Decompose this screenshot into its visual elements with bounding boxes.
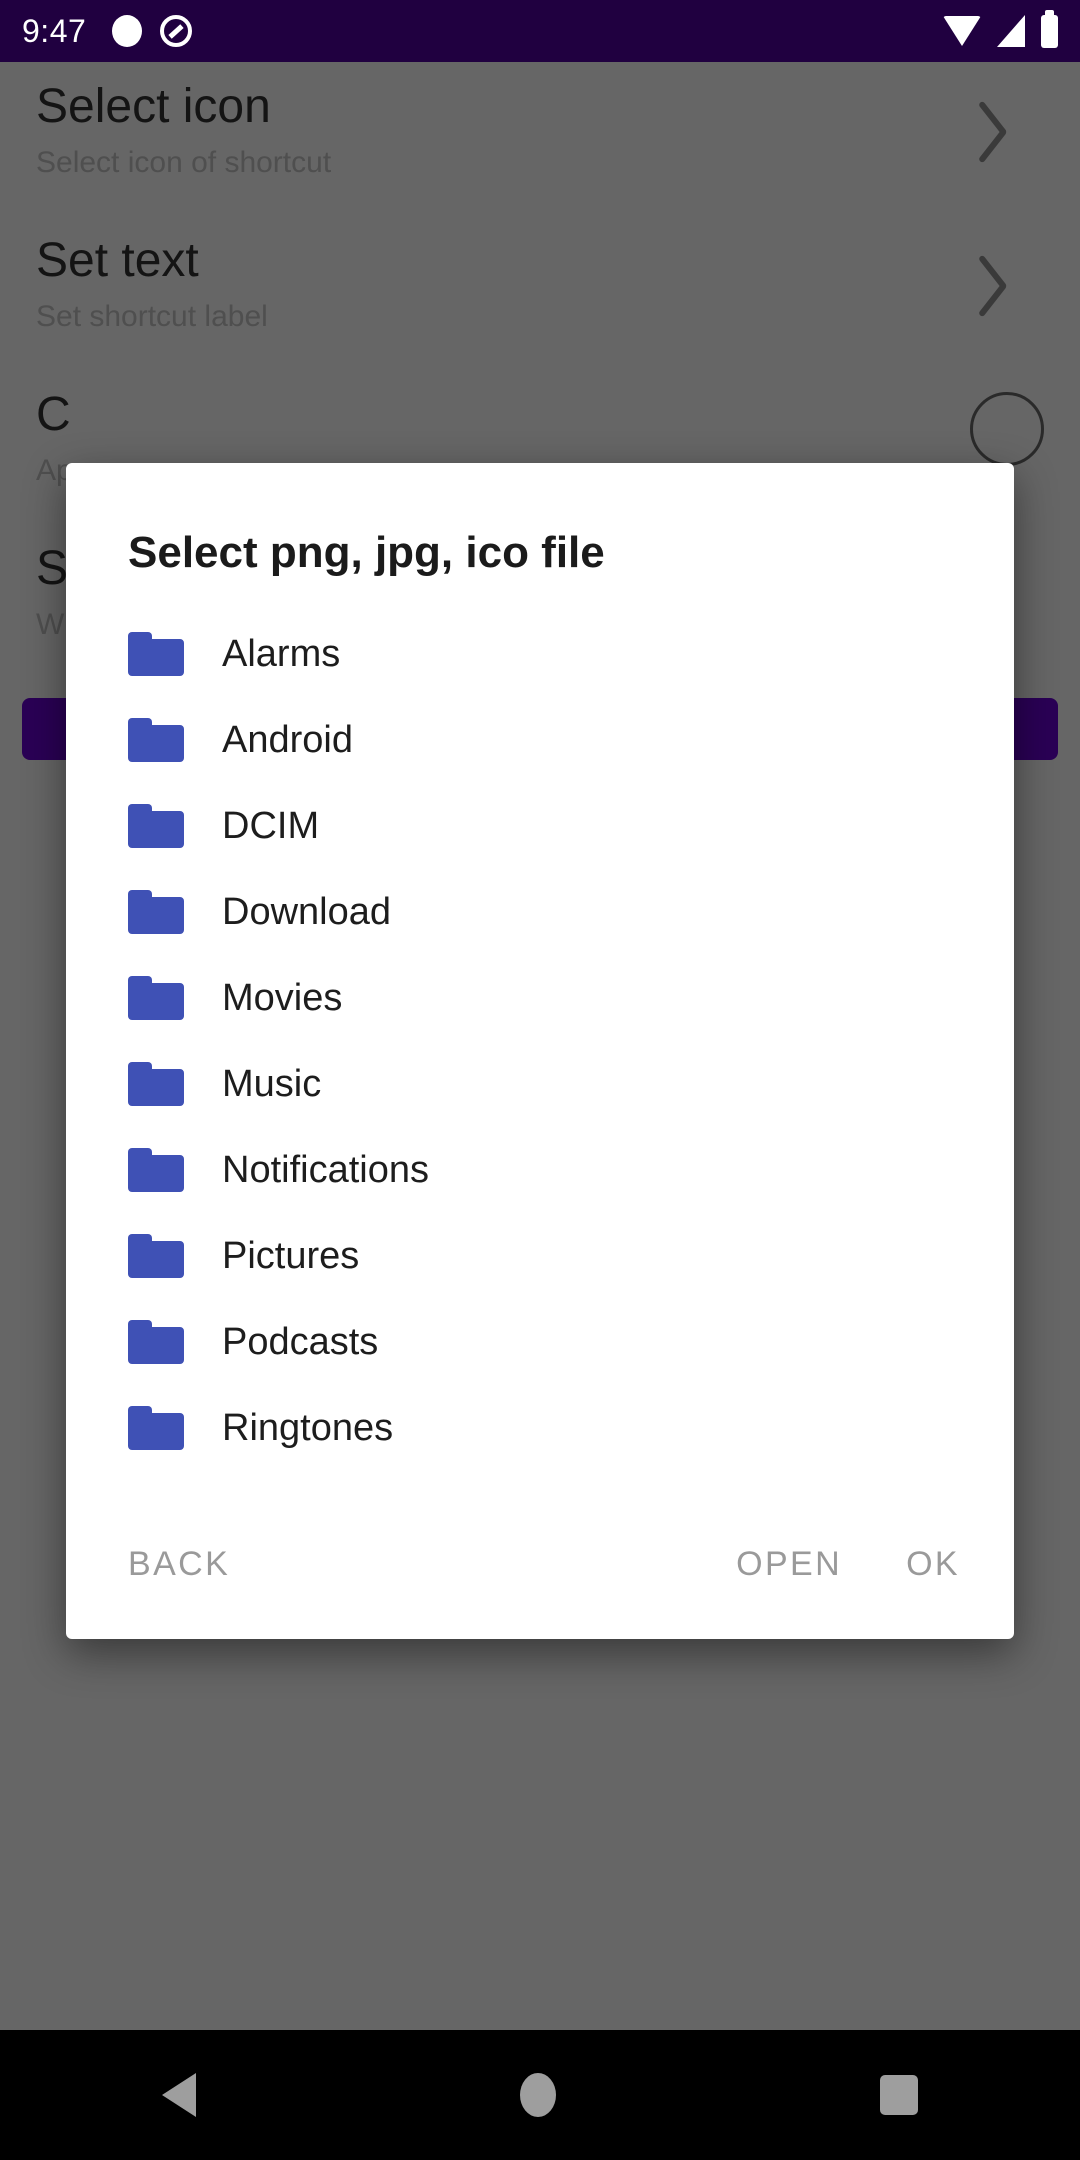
- android-screen: 9:47 Select icon Select icon of shortcut…: [0, 0, 1080, 2160]
- list-item[interactable]: Download: [66, 869, 1014, 955]
- wifi-icon: [943, 16, 981, 46]
- file-name: Movies: [222, 979, 342, 1017]
- list-item[interactable]: Music: [66, 1041, 1014, 1127]
- file-list: Alarms Android DCIM Download Movies Musi: [66, 611, 1014, 1489]
- back-triangle-icon[interactable]: [162, 2073, 196, 2117]
- status-clock: 9:47: [22, 15, 86, 47]
- folder-icon: [128, 976, 184, 1020]
- status-right-icon-group: [943, 15, 1058, 48]
- file-name: Android: [222, 721, 353, 759]
- folder-icon: [128, 804, 184, 848]
- battery-icon: [1041, 15, 1058, 48]
- list-item[interactable]: Ringtones: [66, 1385, 1014, 1471]
- file-name: Music: [222, 1065, 321, 1103]
- navigation-bar: [0, 2030, 1080, 2160]
- list-item[interactable]: Pictures: [66, 1213, 1014, 1299]
- circle-indicator-icon: [112, 15, 142, 47]
- folder-icon: [128, 1148, 184, 1192]
- do-not-disturb-icon: [160, 15, 192, 47]
- home-circle-icon[interactable]: [520, 2073, 556, 2117]
- cellular-signal-icon: [997, 15, 1025, 47]
- folder-icon: [128, 632, 184, 676]
- file-name: Podcasts: [222, 1323, 378, 1361]
- file-picker-dialog: Select png, jpg, ico file Alarms Android…: [66, 463, 1014, 1639]
- folder-icon: [128, 718, 184, 762]
- dialog-title: Select png, jpg, ico file: [66, 463, 1014, 611]
- folder-icon: [128, 1234, 184, 1278]
- file-name: DCIM: [222, 807, 319, 845]
- back-button[interactable]: BACK: [128, 1545, 230, 1584]
- folder-icon: [128, 890, 184, 934]
- folder-icon: [128, 1406, 184, 1450]
- file-name: Ringtones: [222, 1409, 393, 1447]
- dialog-action-bar: BACK OPEN OK: [66, 1489, 1014, 1639]
- list-item[interactable]: DCIM: [66, 783, 1014, 869]
- ok-button[interactable]: OK: [906, 1545, 960, 1584]
- list-item[interactable]: Podcasts: [66, 1299, 1014, 1385]
- file-name: Notifications: [222, 1151, 429, 1189]
- list-item[interactable]: Alarms: [66, 611, 1014, 697]
- status-bar: 9:47: [0, 0, 1080, 62]
- list-item[interactable]: Notifications: [66, 1127, 1014, 1213]
- status-left-icon-group: [112, 15, 192, 47]
- list-item[interactable]: Android: [66, 697, 1014, 783]
- open-button[interactable]: OPEN: [736, 1545, 842, 1584]
- list-item[interactable]: Movies: [66, 955, 1014, 1041]
- file-name: Download: [222, 893, 391, 931]
- file-name: Pictures: [222, 1237, 359, 1275]
- folder-icon: [128, 1320, 184, 1364]
- folder-icon: [128, 1062, 184, 1106]
- file-name: Alarms: [222, 635, 340, 673]
- recents-square-icon[interactable]: [880, 2075, 918, 2115]
